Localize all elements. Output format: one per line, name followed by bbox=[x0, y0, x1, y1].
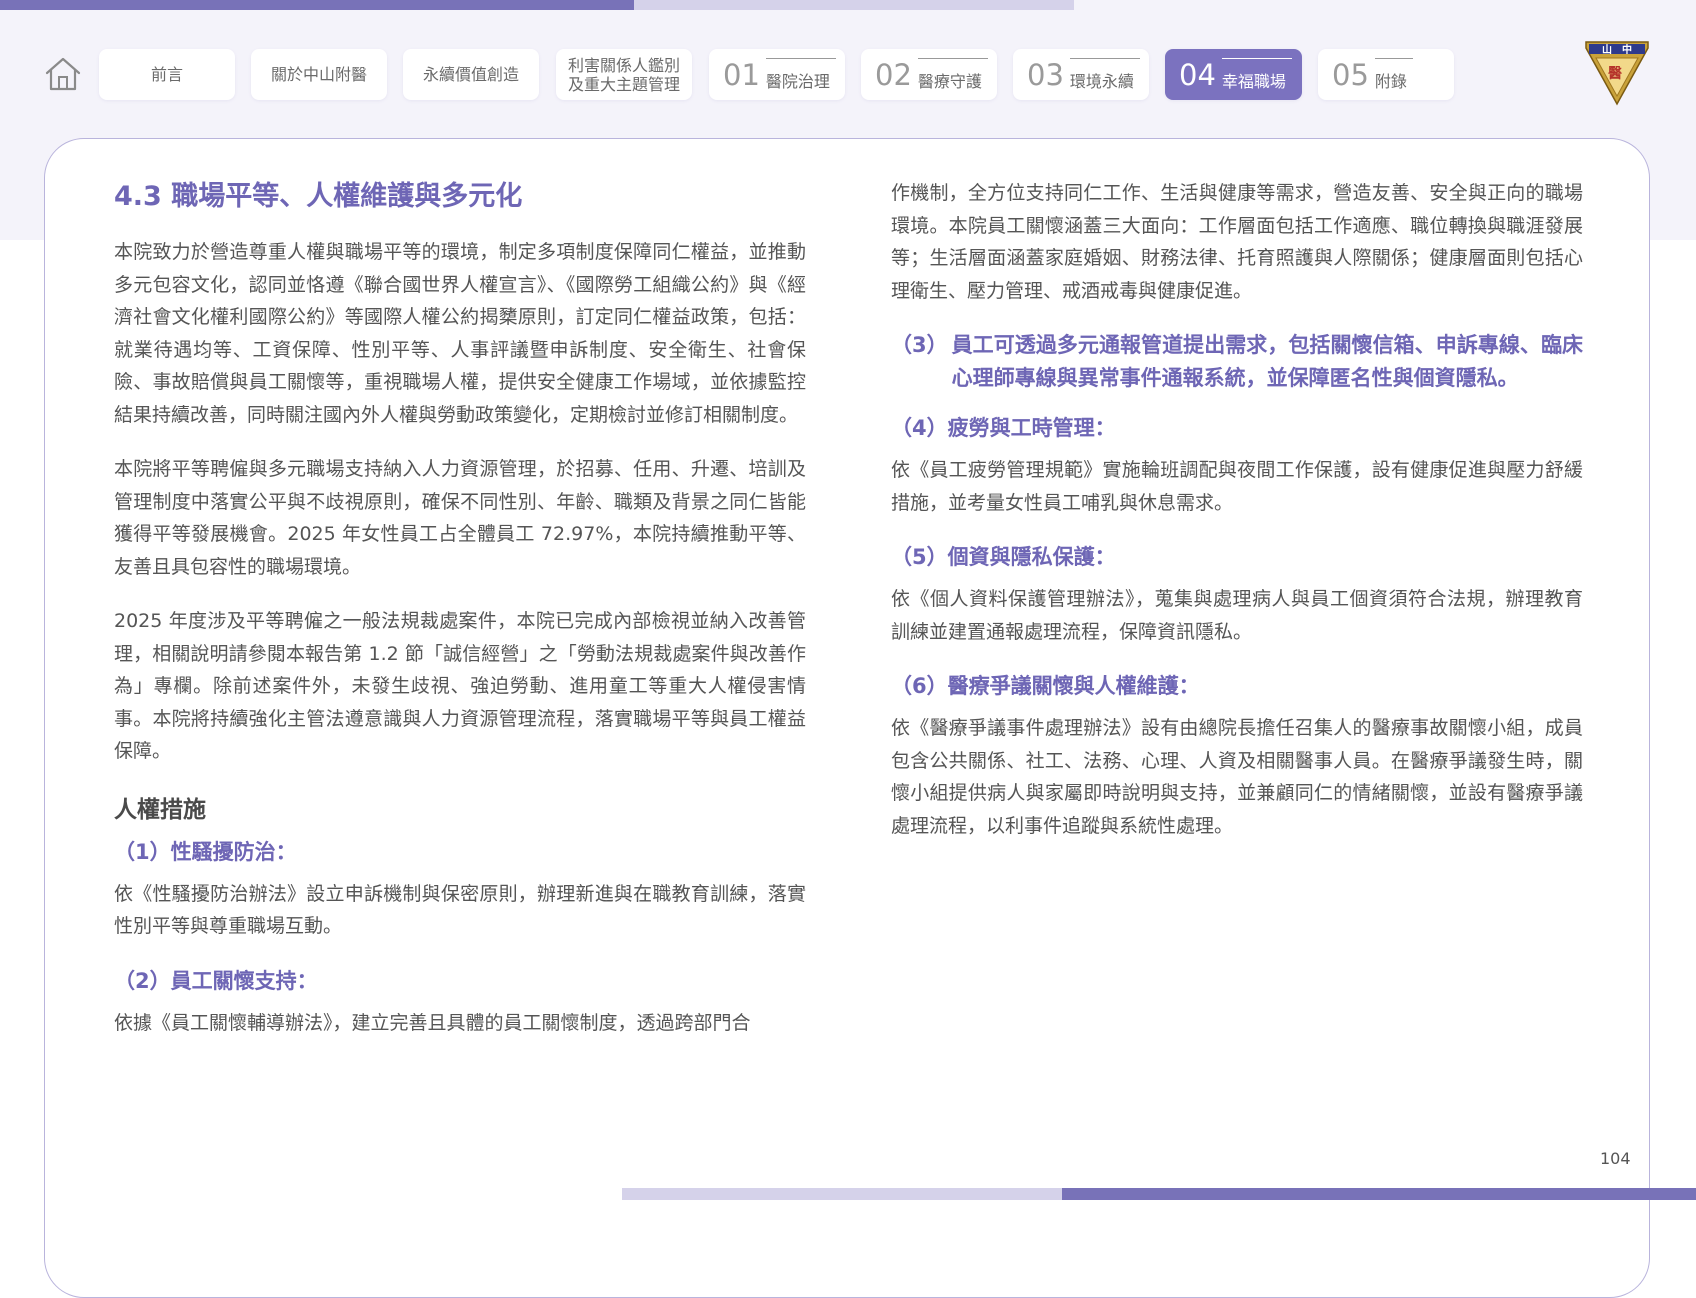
svg-text:山: 山 bbox=[1602, 43, 1612, 56]
paragraph-regulatory-cases: 2025 年度涉及平等聘僱之一般法規裁處案件，本院已完成內部檢視並納入改善管理，… bbox=[114, 610, 806, 762]
paragraph-intro: 本院致力於營造尊重人權與職場平等的環境，制定多項制度保障同仁權益，並推動多元包容… bbox=[114, 241, 806, 426]
tab-number: 02 bbox=[875, 57, 912, 92]
paragraph-fatigue-management: 依《員工疲勞管理規範》實施輪班調配與夜間工作保護，設有健康促進與壓力舒緩措施，並… bbox=[891, 459, 1583, 514]
paragraph-privacy-protection: 依《個人資料保護管理辦法》，蒐集與處理病人與員工個資須符合法規，辦理教育訓練並建… bbox=[891, 588, 1583, 643]
paragraph-medical-dispute: 依《醫療爭議事件處理辦法》設有由總院長擔任召集人的醫療事故關懷小組，成員包含公共… bbox=[891, 717, 1583, 837]
tab-label: 前言 bbox=[150, 65, 183, 84]
tab-sustainable-value[interactable]: 永續價值創造 bbox=[403, 49, 539, 100]
top-accent-bar bbox=[0, 0, 634, 10]
svg-text:醫: 醫 bbox=[1608, 65, 1622, 82]
subheading-harassment-prevention: （1）性騷擾防治： bbox=[114, 839, 297, 864]
svg-text:中: 中 bbox=[1622, 43, 1632, 56]
tab-label: 環境永續 bbox=[1069, 57, 1140, 92]
tab-05-appendix[interactable]: 05 附錄 bbox=[1318, 49, 1454, 100]
left-column: 4.3 職場平等、人權維護與多元化 本院致力於營造尊重人權與職場平等的環境，制定… bbox=[114, 176, 806, 1061]
tab-number: 01 bbox=[723, 57, 760, 92]
right-column: 作機制，全方位支持同仁工作、生活與健康等需求，營造友善、安全與正向的職場環境。本… bbox=[891, 177, 1583, 864]
paragraph-employee-care-continued: 作機制，全方位支持同仁工作、生活與健康等需求，營造友善、安全與正向的職場環境。本… bbox=[891, 182, 1583, 302]
top-accent-bar-light bbox=[634, 0, 1074, 10]
tab-about[interactable]: 關於中山附醫 bbox=[251, 49, 387, 100]
tab-label: 利害關係人鑑別 及重大主題管理 bbox=[567, 55, 680, 94]
paragraph-employee-care: 依據《員工關懷輔導辦法》，建立完善且具體的員工關懷制度，透過跨部門合 bbox=[114, 1011, 751, 1034]
tab-label: 附錄 bbox=[1374, 57, 1413, 92]
paragraph-harassment-prevention: 依《性騷擾防治辦法》設立申訴機制與保密原則，辦理新進與在職教育訓練，落實性別平等… bbox=[114, 882, 806, 938]
tab-number: 03 bbox=[1027, 57, 1064, 92]
subheading-prefix: （3） bbox=[891, 333, 948, 357]
section-heading-human-rights: 人權措施 bbox=[114, 796, 206, 823]
tab-02-medical-care[interactable]: 02 醫療守護 bbox=[861, 49, 997, 100]
subheading-medical-dispute: （6）醫療爭議關懷與人權維護： bbox=[891, 674, 1200, 698]
tab-label: 永續價值創造 bbox=[422, 65, 519, 84]
bottom-accent-bar-light bbox=[622, 1188, 1062, 1200]
tab-label: 醫院治理 bbox=[765, 57, 836, 92]
page-number: 104 bbox=[1600, 1149, 1631, 1168]
tab-label: 幸福職場 bbox=[1221, 57, 1292, 92]
bottom-accent-bar bbox=[1062, 1188, 1696, 1200]
subheading-employee-care: （2）員工關懷支持： bbox=[114, 968, 318, 993]
subheading-privacy-protection: （5）個資與隱私保護： bbox=[891, 545, 1116, 569]
tab-label: 關於中山附醫 bbox=[270, 65, 367, 84]
subheading-reporting-channels: （3） 員工可透過多元通報管道提出需求，包括關懷信箱、申訴專線、臨床心理師專線與… bbox=[891, 329, 1583, 394]
tab-number: 05 bbox=[1332, 57, 1369, 92]
tab-number: 04 bbox=[1179, 57, 1216, 92]
tab-03-environment[interactable]: 03 環境永續 bbox=[1013, 49, 1149, 100]
tab-preface[interactable]: 前言 bbox=[99, 49, 235, 100]
paragraph-equal-employment: 本院將平等聘僱與多元職場支持納入人力資源管理，於招募、任用、升遷、培訓及管理制度… bbox=[114, 458, 806, 578]
subheading-fatigue-management: （4）疲勞與工時管理： bbox=[891, 416, 1116, 440]
tab-label: 醫療守護 bbox=[917, 57, 988, 92]
tab-stakeholders[interactable]: 利害關係人鑑別 及重大主題管理 bbox=[556, 49, 692, 100]
page-title: 4.3 職場平等、人權維護與多元化 bbox=[114, 181, 523, 212]
tab-04-workplace[interactable]: 04 幸福職場 bbox=[1165, 49, 1302, 100]
tab-01-governance[interactable]: 01 醫院治理 bbox=[709, 49, 845, 100]
home-icon[interactable] bbox=[44, 55, 82, 93]
hospital-logo: 山 中 醫 bbox=[1584, 38, 1650, 106]
subheading-text: 員工可透過多元通報管道提出需求，包括關懷信箱、申訴專線、臨床心理師專線與異常事件… bbox=[951, 333, 1583, 390]
